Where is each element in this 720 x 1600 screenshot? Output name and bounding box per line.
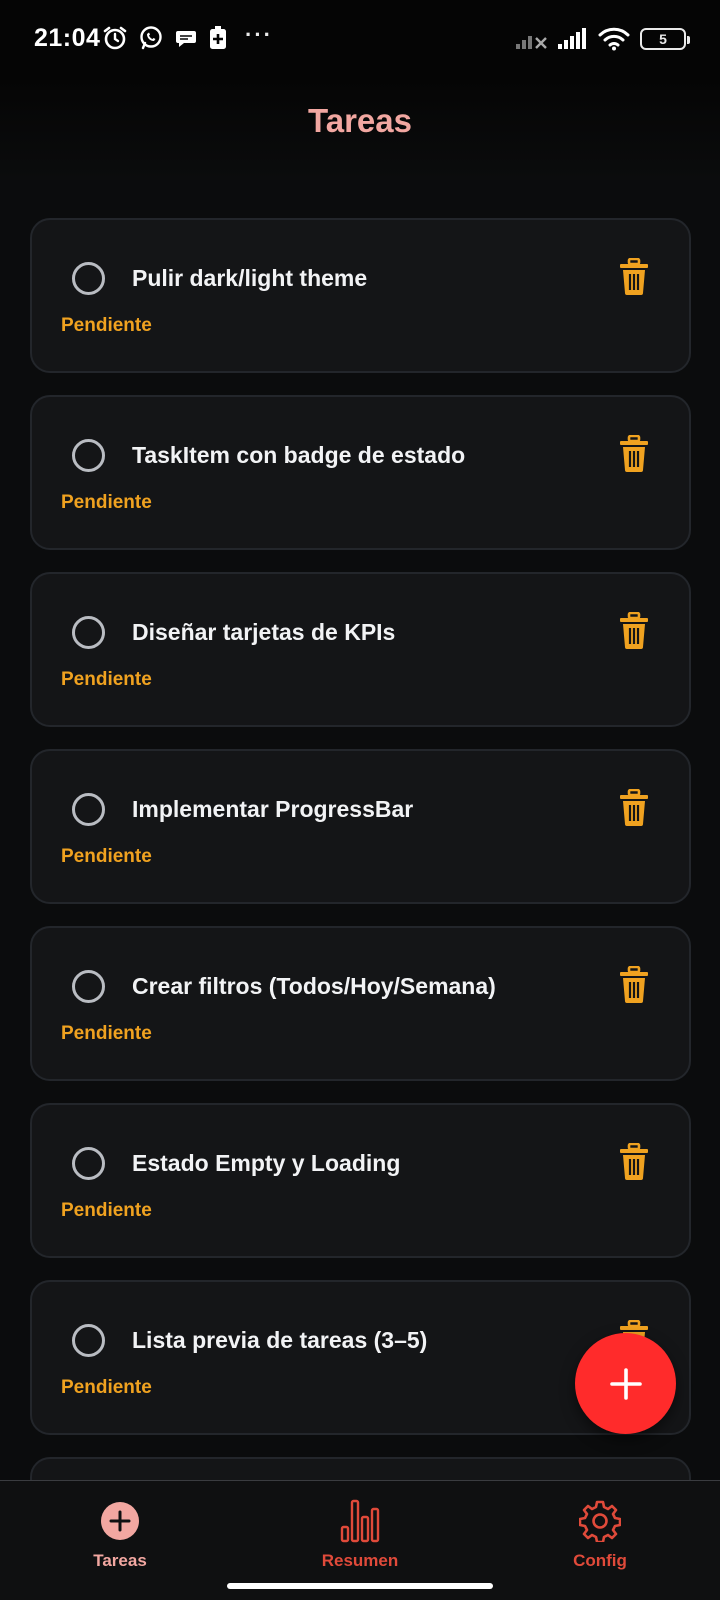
status-time: 21:04	[34, 24, 101, 52]
task-status-badge: Pendiente	[61, 846, 152, 867]
task-title: Lista previa de tareas (3–5)	[132, 1327, 428, 1353]
task-status-badge: Pendiente	[61, 1023, 152, 1044]
task-title: Estado Empty y Loading	[132, 1150, 401, 1176]
nav-label: Config	[573, 1551, 627, 1570]
home-indicator[interactable]	[227, 1583, 493, 1589]
task-checkbox[interactable]	[72, 262, 105, 295]
nav-tab-tareas[interactable]: Tareas	[20, 1499, 220, 1571]
battery-saver-icon	[210, 26, 226, 49]
task-checkbox[interactable]	[72, 1324, 105, 1357]
task-status-badge: Pendiente	[61, 492, 152, 513]
task-checkbox[interactable]	[72, 616, 105, 649]
trash-icon[interactable]	[619, 966, 649, 1004]
more-notifications-indicator: ···	[245, 22, 273, 47]
add-circle-icon	[101, 1502, 139, 1540]
gear-icon	[579, 1500, 621, 1542]
nav-label: Resumen	[321, 1551, 399, 1570]
task-list[interactable]: Pulir dark/light theme Pendiente TaskIte…	[30, 218, 691, 1480]
trash-icon[interactable]	[619, 258, 649, 296]
task-card[interactable]: Implementar ProgressBar Pendiente	[30, 749, 691, 904]
signal-icon	[558, 28, 586, 49]
alarm-icon	[103, 26, 127, 50]
battery-level: 5	[659, 31, 667, 47]
chat-bubble-icon	[176, 31, 196, 47]
signal-off-icon	[516, 36, 547, 49]
whatsapp-icon	[140, 26, 162, 50]
task-card-partial[interactable]	[30, 1457, 691, 1480]
task-status-badge: Pendiente	[61, 1377, 152, 1398]
bottom-nav: Tareas Resumen Config	[0, 1480, 720, 1600]
add-task-button[interactable]	[575, 1333, 676, 1434]
trash-icon[interactable]	[619, 789, 649, 827]
trash-icon[interactable]	[619, 1143, 649, 1181]
task-status-badge: Pendiente	[61, 315, 152, 336]
plus-icon	[609, 1367, 642, 1400]
task-status-badge: Pendiente	[61, 1200, 152, 1221]
nav-tab-resumen[interactable]: Resumen	[260, 1499, 460, 1571]
trash-icon[interactable]	[619, 612, 649, 650]
task-checkbox[interactable]	[72, 970, 105, 1003]
task-title: Diseñar tarjetas de KPIs	[132, 619, 396, 645]
task-title: Pulir dark/light theme	[132, 265, 368, 291]
task-checkbox[interactable]	[72, 1147, 105, 1180]
status-bar: 21:04 ··· 5	[0, 0, 720, 80]
task-card[interactable]: Crear filtros (Todos/Hoy/Semana) Pendien…	[30, 926, 691, 1081]
task-card[interactable]: Diseñar tarjetas de KPIs Pendiente	[30, 572, 691, 727]
nav-label: Tareas	[93, 1551, 147, 1570]
nav-tab-config[interactable]: Config	[500, 1499, 700, 1571]
app-header: Tareas	[0, 80, 720, 180]
task-card[interactable]: TaskItem con badge de estado Pendiente	[30, 395, 691, 550]
task-card[interactable]: Pulir dark/light theme Pendiente	[30, 218, 691, 373]
notification-icons	[102, 24, 228, 52]
bar-chart-icon	[340, 1499, 380, 1543]
task-checkbox[interactable]	[72, 439, 105, 472]
task-title: Crear filtros (Todos/Hoy/Semana)	[132, 973, 496, 999]
task-status-badge: Pendiente	[61, 669, 152, 690]
wifi-icon	[598, 27, 630, 51]
battery-icon: 5	[640, 28, 690, 50]
system-icons: 5	[516, 24, 690, 54]
task-title: TaskItem con badge de estado	[132, 442, 466, 468]
trash-icon[interactable]	[619, 435, 649, 473]
task-checkbox[interactable]	[72, 793, 105, 826]
page-title: Tareas	[308, 102, 412, 139]
task-card[interactable]: Estado Empty y Loading Pendiente	[30, 1103, 691, 1258]
task-title: Implementar ProgressBar	[132, 796, 414, 822]
